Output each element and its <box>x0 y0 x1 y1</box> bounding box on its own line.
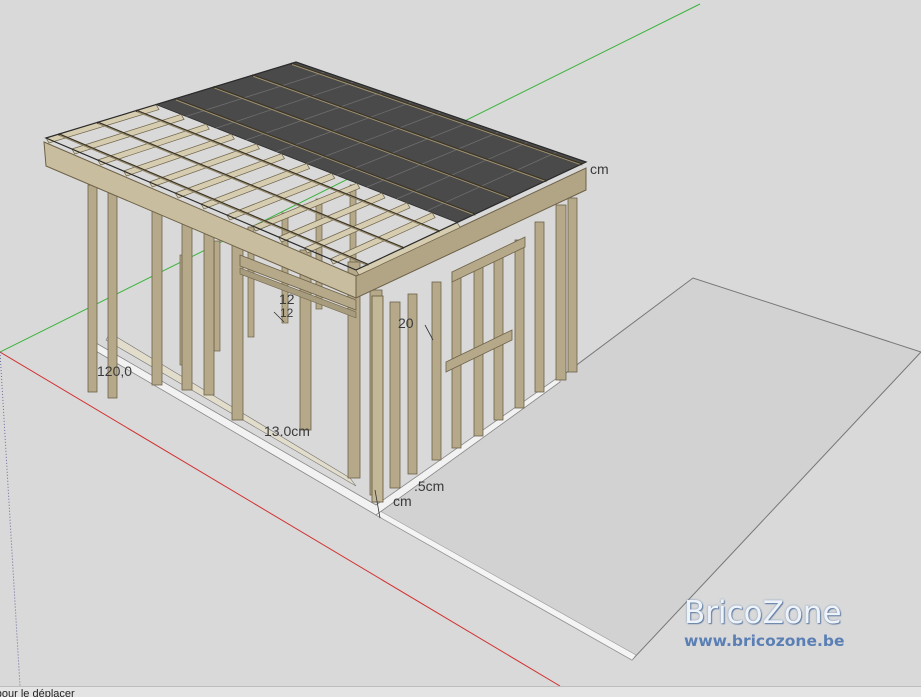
front-wall-stud <box>151 204 163 386</box>
status-bar: rt pour le déplacer <box>0 686 921 697</box>
side-wall-stud <box>514 239 525 409</box>
watermark-title: BricoZone <box>684 595 842 631</box>
dimension-label-3: 12 <box>280 306 294 320</box>
front-sill <box>105 332 357 487</box>
bricozone-watermark: BricoZone www.bricozone.be <box>684 598 884 650</box>
dimension-label-6: cm <box>590 161 609 177</box>
front-wall-stud <box>203 225 215 396</box>
model-viewport[interactable]: 12 120,0 12 20 13.0cm cm .5cm cm BricoZo… <box>0 0 921 686</box>
dimension-label-8: cm <box>393 493 412 509</box>
shed-model-scene <box>0 3 921 686</box>
front-wall-stud <box>181 217 193 391</box>
dimension-label-4: 20 <box>398 315 414 331</box>
dimension-label-2: 120,0 <box>97 363 133 379</box>
back-wall-stud <box>213 240 221 352</box>
side-wall-stud <box>567 197 578 373</box>
side-wall-stud <box>534 221 545 393</box>
blue-axis <box>0 351 21 686</box>
dimension-label-1: 12 <box>279 291 295 307</box>
front-wall-stud <box>231 239 244 421</box>
corner-post <box>371 295 384 503</box>
dimension-label-5: 13.0cm <box>264 423 310 439</box>
watermark-url: www.bricozone.be <box>684 632 845 650</box>
side-wall-stud <box>431 281 442 461</box>
front-wall-stud <box>87 184 98 393</box>
dimension-label-7: .5cm <box>414 478 445 494</box>
side-wall-stud <box>555 204 567 381</box>
